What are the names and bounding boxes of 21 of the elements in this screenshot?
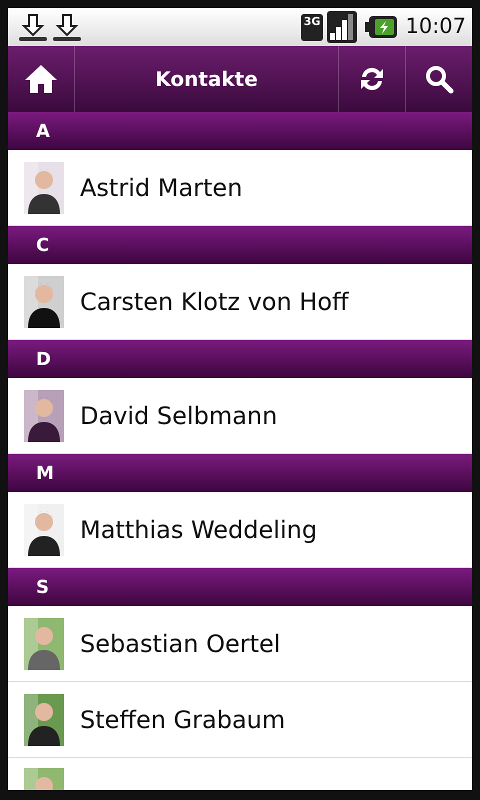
contact-name[interactable]: Sebastian Oertel [80,626,280,662]
contact-name[interactable]: Matthias Weddeling [80,512,318,548]
refresh-icon [358,65,386,93]
network-indicator: 3G [300,14,324,40]
contact-name[interactable]: Astrid Marten [80,170,242,206]
search-icon [424,64,454,94]
contact-name[interactable]: David Selbmann [80,398,278,434]
home-icon [24,63,58,95]
section-header: S [8,568,472,606]
battery-charging-icon [365,16,398,38]
contact-name[interactable]: Carsten Klotz von Hoff [80,284,349,320]
section-header: A [8,112,472,150]
clock-time: 10:07 [405,13,466,40]
screen-title: Kontakte [154,66,259,93]
download-icon [18,12,48,42]
section-header: D [8,340,472,378]
contact-name[interactable]: Steffen Grabaum [80,702,286,738]
signal-icon [327,11,358,43]
section-header: M [8,454,472,492]
section-header: C [8,226,472,264]
download-icon [52,12,82,42]
